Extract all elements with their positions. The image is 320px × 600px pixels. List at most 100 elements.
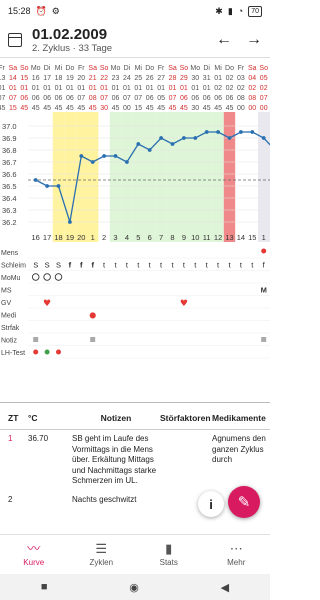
y-tick-label: 36.3: [2, 206, 17, 215]
schleim-mark: S: [33, 261, 38, 270]
y-tick-label: 36.5: [2, 182, 17, 191]
status-bar: 15:28 ⏰ ⚙ ✱ ▮ ◔ 70: [0, 0, 270, 22]
arrow-right-icon[interactable]: →: [246, 31, 262, 49]
pencil-icon: ✎: [237, 494, 251, 511]
header-cell: 45: [66, 105, 74, 112]
cycle-day-label: 5: [136, 233, 140, 242]
row-label: MoMu: [1, 275, 21, 282]
temperature-chart[interactable]: FrSaSoMoDiMiDoFrSaSoMoDiMiDoFrSaSoMoDiMi…: [0, 58, 270, 403]
header-cell: 02: [226, 85, 234, 92]
cycle-day-label: 19: [66, 233, 74, 242]
header-cell: 06: [146, 95, 154, 102]
lh-test-dot: [44, 349, 50, 355]
yellow-band: [52, 112, 65, 242]
header-cell: 01: [203, 85, 211, 92]
green-band: [144, 112, 156, 242]
y-tick-label: 36.6: [2, 170, 17, 179]
header-cell: 45: [180, 105, 188, 112]
row-label: GV: [1, 300, 11, 307]
schleim-mark: t: [206, 261, 209, 270]
cycle-day-label: 8: [170, 233, 174, 242]
header-cell: 30: [100, 105, 108, 112]
schleim-mark: t: [183, 261, 186, 270]
col-zt: ZT: [8, 413, 19, 423]
note-square: [261, 337, 267, 342]
row-label: Mens: [1, 250, 19, 257]
header-cell: 01: [20, 85, 28, 92]
cycle-day-label: 3: [113, 233, 117, 242]
app-header: 01.02.2009 2. Zyklus · 33 Tage ← →: [0, 22, 270, 58]
row-label: MS: [1, 288, 12, 295]
row-zt: 2: [8, 494, 13, 504]
col-temp: °C: [28, 413, 38, 423]
nav-label: Stats: [159, 558, 178, 567]
header-cell: 45: [0, 105, 5, 112]
home-icon[interactable]: ◉: [129, 581, 139, 594]
system-nav: ■ ◉ ◀: [0, 574, 270, 600]
col-notes: Notizen: [100, 413, 132, 423]
bottom-nav: 〰 Kurve ☰ Zyklen ▮ Stats ⋯ Mehr: [0, 534, 270, 574]
schleim-mark: t: [137, 261, 140, 270]
header-cell: 05: [260, 75, 268, 82]
row-label: Strfak: [1, 325, 20, 332]
header-cell: Fr: [238, 65, 245, 72]
lh-test-dot: [33, 349, 39, 355]
info-button[interactable]: i: [198, 491, 224, 517]
recent-apps-icon[interactable]: ■: [41, 581, 48, 593]
header-cell: 06: [214, 95, 222, 102]
wifi-icon: ◔: [237, 6, 244, 16]
header-cell: 06: [32, 95, 40, 102]
row-label: Schleim: [1, 263, 26, 270]
header-cell: 30: [191, 105, 199, 112]
cycle-day-label: 1: [91, 233, 95, 242]
nav-kurve[interactable]: 〰 Kurve: [0, 535, 68, 574]
edit-button[interactable]: ✎: [228, 486, 260, 518]
cycle-day-label: 13: [225, 233, 233, 242]
back-icon[interactable]: ◀: [221, 581, 229, 594]
cycle-day-label: 20: [77, 233, 85, 242]
header-cell: 45: [77, 105, 85, 112]
temperature-point: [216, 130, 221, 134]
momu-circle: [43, 273, 51, 281]
arrow-left-icon[interactable]: ←: [216, 31, 232, 49]
header-cell: 02: [226, 75, 234, 82]
header-cell: 04: [248, 75, 256, 82]
header-cell: 45: [157, 105, 165, 112]
table-row[interactable]: 1 36.70 SB geht im Laufe des Vormittags …: [0, 430, 270, 491]
list-icon: ☰: [95, 541, 108, 556]
temperature-point: [159, 136, 164, 140]
header-cell: Mi: [214, 65, 222, 72]
signal-icon: ▮: [227, 5, 233, 16]
green-band: [155, 112, 167, 242]
temperature-point: [193, 136, 198, 140]
momu-circle: [31, 273, 40, 281]
nav-stats[interactable]: ▮ Stats: [135, 535, 203, 574]
y-tick-label: 37.0: [2, 122, 17, 131]
yellow-band: [87, 112, 99, 242]
row-temp: [28, 495, 72, 506]
row-label: Medi: [1, 313, 17, 320]
temperature-point: [68, 220, 72, 224]
mens-drop: [261, 248, 267, 254]
header-cell: Di: [124, 65, 131, 72]
nav-zyklen[interactable]: ☰ Zyklen: [68, 535, 136, 574]
next-cycle-band: [258, 112, 270, 242]
header-cell: 45: [89, 105, 97, 112]
temperature-point: [136, 142, 141, 146]
header-cell: 30: [191, 75, 199, 82]
cycle-day-label: 15: [248, 233, 256, 242]
header-cell: 00: [248, 105, 256, 112]
schleim-mark: t: [114, 261, 117, 270]
header-cell: 45: [32, 105, 40, 112]
nav-mehr[interactable]: ⋯ Mehr: [203, 535, 271, 574]
green-band: [109, 112, 122, 242]
header-cell: 06: [112, 95, 120, 102]
header-cell: 07: [260, 95, 268, 102]
header-cell: So: [259, 65, 268, 72]
calendar-icon[interactable]: [8, 32, 22, 47]
temperature-point: [113, 154, 118, 158]
schleim-mark: f: [69, 261, 72, 270]
temperature-point: [250, 130, 255, 134]
cycle-day-label: 14: [237, 233, 245, 242]
schleim-mark: t: [160, 261, 163, 270]
